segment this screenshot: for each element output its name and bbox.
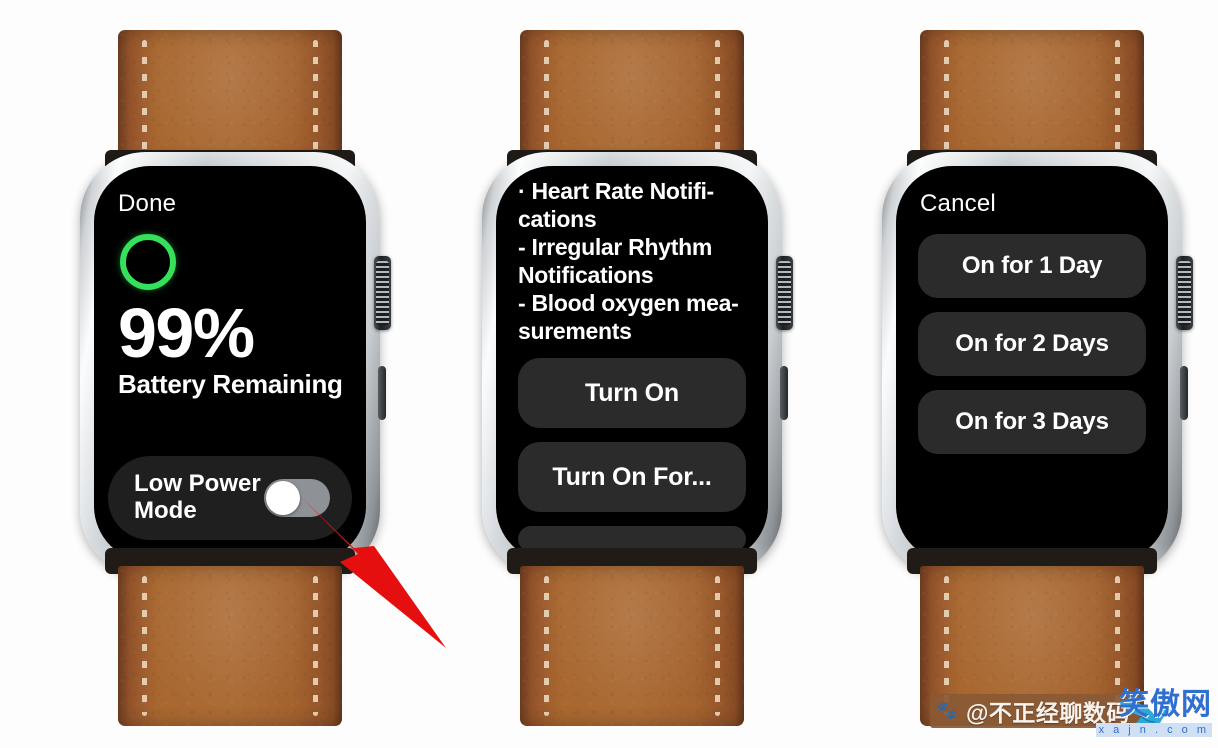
description-line: · Heart Rate Notifi-	[518, 178, 714, 204]
done-button[interactable]: Done	[118, 192, 344, 216]
description-line: - Irregular Rhythm	[518, 233, 712, 260]
description-line: surements	[518, 317, 632, 344]
low-power-mode-label: Low Power Mode	[134, 470, 261, 524]
band-grain-texture	[520, 566, 744, 726]
battery-ring-indicator	[120, 234, 176, 290]
description-line: cations	[518, 205, 597, 232]
side-button[interactable]	[780, 366, 788, 420]
digital-crown-icon[interactable]	[1176, 256, 1193, 330]
on-for-3-days-button[interactable]: On for 3 Days	[918, 390, 1146, 454]
side-button[interactable]	[1180, 366, 1188, 420]
low-power-mode-row[interactable]: Low Power Mode	[108, 456, 352, 540]
band-stitching-left	[544, 576, 549, 716]
watch-device-turn-on: · Heart Rate Notifi- cations - Irregular…	[432, 0, 832, 748]
band-stitching-left	[142, 576, 147, 716]
xajn-watermark-url: x a j n . c o m	[1095, 723, 1212, 737]
cancel-button[interactable]: Cancel	[920, 192, 1146, 216]
low-power-mode-toggle[interactable]	[264, 479, 330, 517]
band-stitching-right	[715, 576, 720, 716]
digital-crown-icon[interactable]	[776, 256, 793, 330]
digital-crown-icon[interactable]	[374, 256, 391, 330]
turn-on-for-button[interactable]: Turn On For...	[518, 442, 746, 513]
watch-screen-turn-on: · Heart Rate Notifi- cations - Irregular…	[496, 166, 768, 562]
watch-screen-battery: Done 99% Battery Remaining Low Power Mod…	[94, 166, 366, 562]
description-line: - Blood oxygen mea-	[518, 289, 739, 316]
band-stitching-right	[313, 576, 318, 716]
xajn-watermark-text: 笑傲网	[1119, 688, 1212, 721]
on-for-2-days-button[interactable]: On for 2 Days	[918, 312, 1146, 376]
baidu-paw-icon: 🐾	[936, 701, 958, 720]
xajn-watermark: 笑傲网 x a j n . c o m	[1095, 688, 1212, 738]
on-for-1-day-button[interactable]: On for 1 Day	[918, 234, 1146, 298]
watch-device-duration: Cancel On for 1 Day On for 2 Days On for…	[832, 0, 1218, 748]
toggle-knob	[266, 481, 300, 515]
battery-percentage: 99%	[118, 294, 255, 372]
description-line: Notifications	[518, 261, 654, 288]
feature-description-list: · Heart Rate Notifi- cations - Irregular…	[518, 178, 746, 344]
battery-remaining-label: Battery Remaining	[118, 369, 343, 400]
watch-device-battery: Done 99% Battery Remaining Low Power Mod…	[30, 0, 430, 748]
watch-screen-duration: Cancel On for 1 Day On for 2 Days On for…	[896, 166, 1168, 562]
watch-band-bottom	[118, 566, 342, 726]
side-button[interactable]	[378, 366, 386, 420]
watch-band-bottom	[520, 566, 744, 726]
band-grain-texture	[118, 566, 342, 726]
turn-on-button[interactable]: Turn On	[518, 358, 746, 429]
